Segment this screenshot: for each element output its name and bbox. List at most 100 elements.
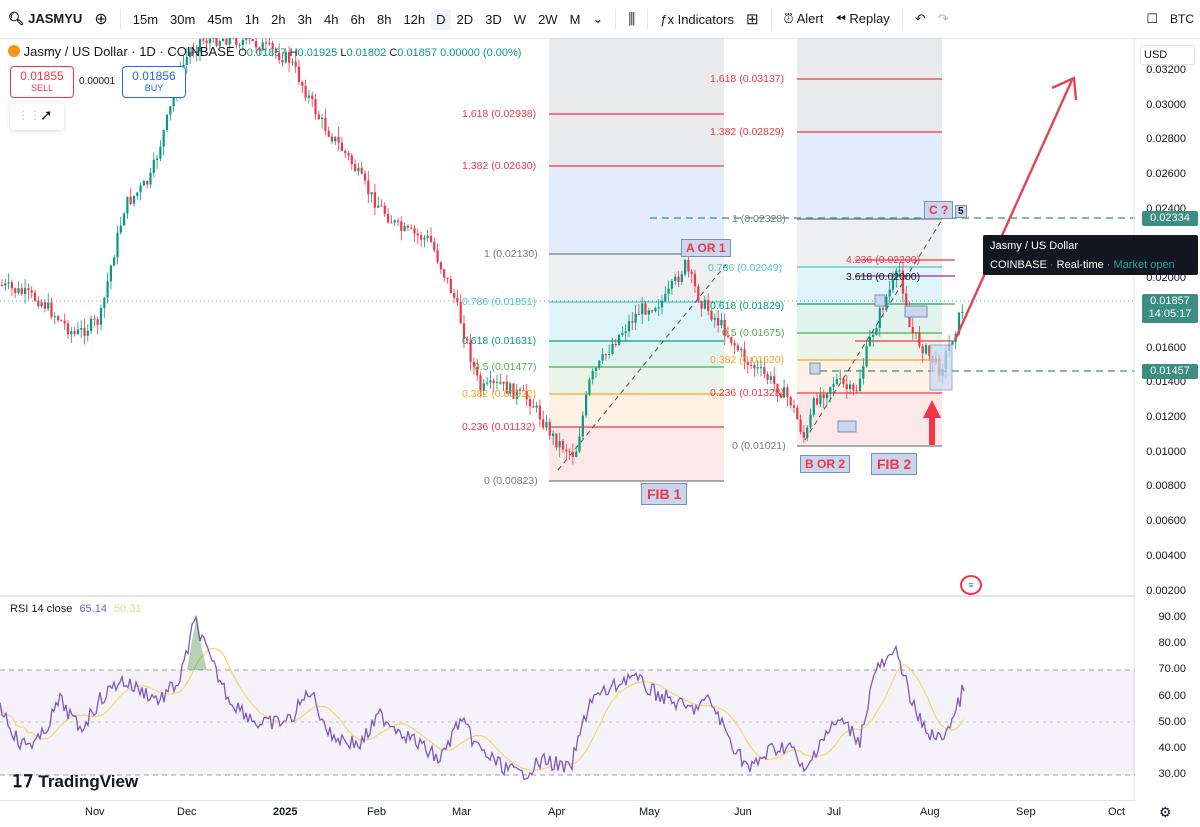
candle-body	[126, 196, 129, 214]
candle-body	[103, 297, 106, 309]
interval-1h[interactable]: 1h	[239, 12, 265, 27]
time-axis-label: Feb	[367, 806, 386, 818]
undo-icon[interactable]: ↶	[909, 11, 932, 27]
fib1-level-0382: 0.382 (0.01322)	[462, 388, 537, 400]
candle-body	[598, 360, 601, 369]
candle-body	[789, 396, 792, 406]
candle-body	[812, 398, 815, 415]
rsi-overbought-fill	[187, 616, 207, 670]
interval-8h[interactable]: 8h	[371, 12, 397, 27]
candle-body	[410, 227, 413, 229]
drawing-mini-toolbar[interactable]: ⋮⋮ ➚	[10, 102, 64, 130]
candle-body	[14, 288, 17, 293]
interval-2d[interactable]: 2D	[451, 12, 480, 27]
candle-body	[165, 114, 169, 131]
legend-l-value: 0.01802	[346, 47, 387, 59]
interval-45m[interactable]: 45m	[201, 12, 238, 27]
interval-3d[interactable]: 3D	[479, 12, 508, 27]
candle-body	[535, 405, 538, 408]
time-axis[interactable]	[0, 800, 1135, 827]
candle-body	[251, 39, 254, 41]
fib2-level-05: 0.5 (0.01675)	[722, 327, 785, 339]
sell-button[interactable]: 0.01855 SELL	[10, 66, 74, 98]
candle-body	[532, 406, 535, 408]
settings-gear-icon[interactable]: ⚙	[1159, 804, 1172, 821]
interval-w[interactable]: W	[508, 12, 532, 27]
interval-6h[interactable]: 6h	[345, 12, 371, 27]
candle-body	[799, 419, 802, 433]
interval-4h[interactable]: 4h	[318, 12, 344, 27]
interval-2h[interactable]: 2h	[265, 12, 291, 27]
candle-body	[796, 407, 799, 420]
candle-body	[383, 205, 386, 215]
interval-m[interactable]: M	[564, 12, 587, 27]
interval-3h[interactable]: 3h	[292, 12, 318, 27]
candle-body	[677, 276, 680, 282]
candle-body	[875, 327, 878, 335]
candle-body	[119, 225, 122, 233]
candle-body	[921, 346, 924, 354]
candle-body	[443, 269, 446, 278]
interval-12h[interactable]: 12h	[397, 12, 431, 27]
candle-body	[763, 367, 766, 375]
candle-body	[132, 195, 136, 204]
indicators-button[interactable]: ƒx Indicators	[654, 12, 740, 27]
candle-body	[245, 38, 248, 40]
indicators-icon: ƒx	[660, 11, 674, 27]
interval-15m[interactable]: 15m	[127, 12, 164, 27]
candle-body	[357, 167, 360, 172]
price-axis-label: 0.01200	[1146, 411, 1186, 423]
replay-button[interactable]: ⏪︎ Replay	[829, 11, 896, 27]
cursor-icon[interactable]: ➚	[40, 106, 53, 124]
candle-body	[835, 379, 838, 384]
symbol-search[interactable]: 🔍︎ JASMYU	[0, 11, 88, 27]
fullscreen-icon[interactable]: ☐	[1140, 11, 1164, 27]
rsi-axis-label: 60.00	[1158, 689, 1186, 702]
replay-label: Replay	[849, 11, 890, 26]
interval-2w[interactable]: 2W	[532, 12, 564, 27]
fib1-zones	[549, 38, 724, 481]
candle-body	[449, 278, 452, 294]
time-axis-label: Sep	[1016, 806, 1036, 818]
candle-body	[548, 421, 551, 436]
candle-body	[872, 334, 875, 337]
flag-icon[interactable]: ≡	[960, 575, 982, 595]
candle-body	[142, 181, 145, 186]
candle-body	[139, 185, 142, 193]
candle-body	[373, 192, 376, 208]
candle-body	[680, 274, 683, 282]
candles-icon[interactable]: ⫼	[622, 11, 641, 28]
candle-body	[149, 172, 152, 185]
candle-body	[380, 205, 383, 207]
candle-body	[849, 384, 852, 390]
drag-handle-icon[interactable]: ⋮⋮	[17, 108, 41, 122]
alarm-clock-icon: ⏰︎	[783, 11, 794, 26]
candle-body	[202, 39, 205, 41]
interval-d[interactable]: D	[431, 8, 451, 30]
buy-price: 0.01856	[132, 69, 176, 83]
fib2-level-1618: 1.618 (0.03137)	[710, 73, 785, 85]
time-axis-label: Jul	[827, 806, 842, 818]
chart-canvas[interactable]	[0, 38, 1135, 800]
interval-30m[interactable]: 30m	[164, 12, 201, 27]
candle-body	[664, 293, 667, 301]
rsi-value: 65.14	[79, 603, 107, 615]
chevron-down-icon[interactable]: ⌄	[586, 11, 609, 27]
redo-icon[interactable]: ↷	[932, 11, 955, 27]
candle-body	[862, 366, 865, 379]
candle-body	[707, 299, 710, 311]
candle-body	[90, 318, 93, 331]
candle-body	[740, 349, 743, 351]
add-symbol-button[interactable]: ⊕	[88, 9, 113, 29]
candle-body	[687, 259, 690, 272]
fib2-zones	[797, 38, 942, 446]
candle-body	[641, 303, 644, 315]
candle-body	[819, 394, 822, 405]
alert-button[interactable]: ⏰︎ Alert	[778, 11, 830, 27]
buy-button[interactable]: 0.01856 BUY	[122, 66, 186, 98]
compare-symbol-label[interactable]: BTC	[1164, 12, 1200, 26]
fib2-level-0382: 0.382 (0.01520)	[710, 354, 785, 366]
candle-body	[40, 302, 43, 307]
layouts-icon[interactable]: ⊞	[740, 10, 765, 28]
currency-selector[interactable]: USD	[1140, 45, 1195, 65]
